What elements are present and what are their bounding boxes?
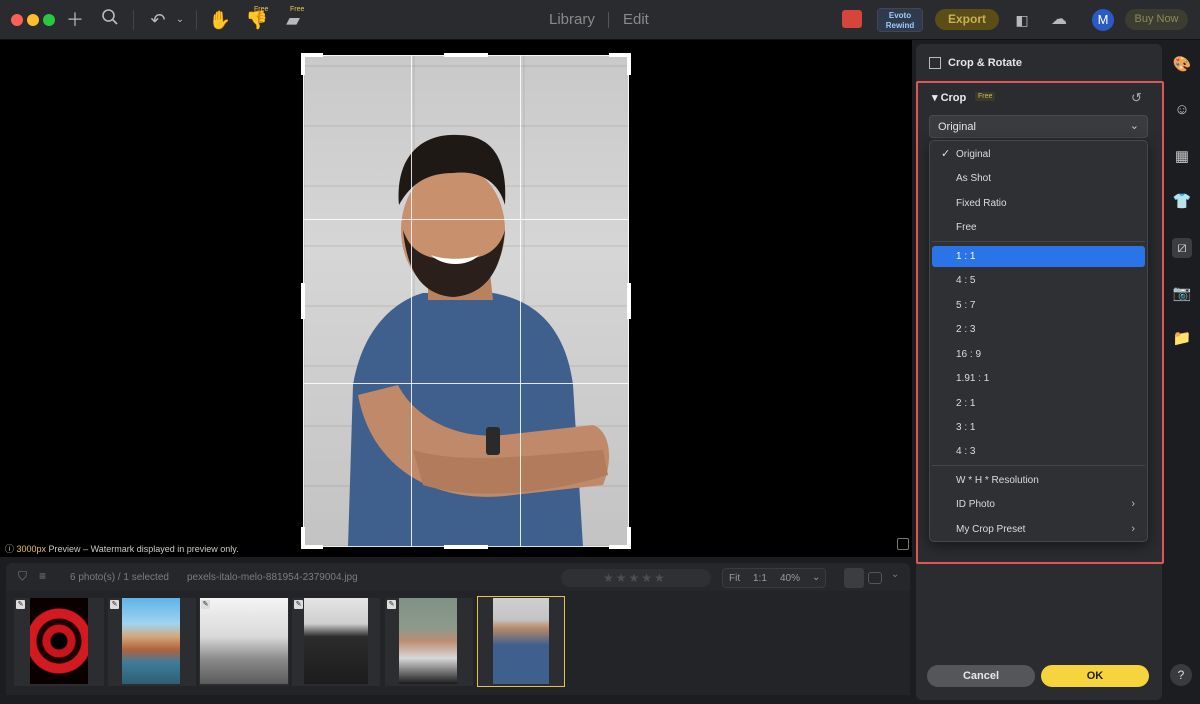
filmstrip-toolbar: ⛉ ≡ 6 photo(s) / 1 selected pexels-italo…	[6, 563, 910, 591]
add-icon[interactable]: ＋	[63, 8, 87, 32]
crop-handle-bottom-left[interactable]	[301, 527, 323, 549]
edit-badge-icon: ✎	[110, 600, 119, 609]
thumbnail[interactable]: ✎	[108, 598, 196, 686]
clothing-icon[interactable]: 👕	[1172, 192, 1192, 212]
crop-handle-top[interactable]	[444, 53, 488, 57]
search-icon[interactable]	[98, 8, 122, 32]
single-view-button[interactable]	[844, 568, 864, 588]
edit-badge-icon: ✎	[16, 600, 25, 609]
sidebar-toggle-icon[interactable]: ◧	[1010, 8, 1034, 32]
crop-handle-left[interactable]	[301, 283, 305, 319]
toolbar-divider	[133, 10, 134, 30]
info-icon: ⓘ	[5, 544, 17, 554]
sort-icon[interactable]: ≡	[39, 569, 46, 583]
crop-handle-bottom[interactable]	[444, 545, 488, 549]
one-to-one-button[interactable]: 1:1	[753, 573, 767, 584]
tab-divider	[608, 12, 609, 28]
preview-note-text: Preview – Watermark displayed in preview…	[46, 544, 239, 554]
avatar[interactable]: M	[1092, 9, 1114, 31]
background-icon[interactable]: ▦	[1172, 147, 1192, 167]
edit-badge-icon: ✎	[387, 600, 396, 609]
app-window: ＋ ↶ ⌄ ✋ Free 👎 Free ▰ Library Edit Evoto…	[0, 0, 1200, 704]
thumbnail-image	[200, 598, 288, 684]
thumbnail-image	[30, 598, 88, 684]
palette-icon[interactable]: 🎨	[1172, 55, 1192, 75]
minimize-window-button[interactable]	[27, 14, 39, 26]
edit-badge-icon: ✎	[294, 600, 303, 609]
thumbnail-image	[399, 598, 457, 684]
crop-handle-bottom-right[interactable]	[609, 527, 631, 549]
close-window-button[interactable]	[11, 14, 23, 26]
buy-now-button[interactable]: Buy Now	[1125, 9, 1188, 30]
chevron-down-icon[interactable]: ⌄	[812, 572, 820, 583]
camera-icon[interactable]: 📷	[1172, 284, 1192, 304]
thumbnail[interactable]: ✎	[385, 598, 473, 686]
selection-count: 6 photo(s) / 1 selected	[70, 572, 169, 583]
crop-handle-top-right[interactable]	[609, 53, 631, 75]
folder-preview-icon[interactable]: 📁	[1172, 329, 1192, 349]
zoom-value[interactable]: 40%	[780, 573, 800, 584]
rewind-badge[interactable]: Evoto Rewind	[877, 8, 923, 32]
thumbnail-image	[304, 598, 368, 684]
split-view-button[interactable]	[868, 572, 882, 584]
toolbar-divider	[196, 10, 197, 30]
compare-icon[interactable]	[897, 538, 909, 550]
bandage-icon[interactable]: ▰	[281, 8, 305, 32]
ok-button[interactable]: OK	[1041, 665, 1149, 687]
thumbnail[interactable]: ✎	[14, 598, 104, 686]
crop-section-highlight	[916, 81, 1164, 564]
dislike-icon[interactable]: 👎	[245, 8, 269, 32]
cancel-button[interactable]: Cancel	[927, 665, 1035, 687]
help-button[interactable]: ?	[1170, 664, 1192, 686]
thumbnail[interactable]: ✎	[199, 598, 289, 686]
chevron-down-icon[interactable]: ⌄	[168, 8, 192, 32]
filter-icon[interactable]: ⛉	[18, 569, 27, 584]
undo-icon[interactable]: ↶	[146, 8, 170, 32]
crop-frame[interactable]	[303, 55, 629, 547]
export-button[interactable]: Export	[935, 9, 999, 30]
thumbnail-image	[493, 598, 549, 684]
crop-rotate-icon	[929, 57, 941, 69]
chevron-down-icon[interactable]: ⌄	[891, 569, 899, 580]
maximize-window-button[interactable]	[43, 14, 55, 26]
crop-handle-top-left[interactable]	[301, 53, 323, 75]
crop-handle-right[interactable]	[627, 283, 631, 319]
panel-title: Crop & Rotate	[948, 57, 1022, 69]
hand-icon[interactable]: ✋	[208, 8, 232, 32]
thumbnail-selected[interactable]	[477, 596, 565, 687]
cloud-icon[interactable]: ☁	[1047, 8, 1071, 32]
rating-stars[interactable]: ★★★★★	[561, 569, 711, 587]
titlebar: ＋ ↶ ⌄ ✋ Free 👎 Free ▰ Library Edit Evoto…	[0, 0, 1200, 40]
thumbnail-image	[122, 598, 180, 684]
fit-button[interactable]: Fit	[729, 573, 740, 584]
preview-notice: ⓘ 3000px Preview – Watermark displayed i…	[5, 542, 239, 555]
filename: pexels-italo-melo-881954-2379004.jpg	[187, 572, 358, 583]
tab-edit[interactable]: Edit	[623, 11, 649, 28]
zoom-control: Fit 1:1 40% ⌄	[722, 568, 826, 588]
preview-size: 3000px	[16, 544, 47, 554]
tab-library[interactable]: Library	[549, 11, 595, 28]
gift-icon[interactable]	[842, 10, 862, 28]
edit-badge-icon: ✎	[201, 600, 210, 609]
crop-rotate-icon[interactable]: ⧄	[1172, 238, 1192, 258]
thumbnail[interactable]: ✎	[292, 598, 380, 686]
face-icon[interactable]: ☺	[1172, 100, 1192, 120]
